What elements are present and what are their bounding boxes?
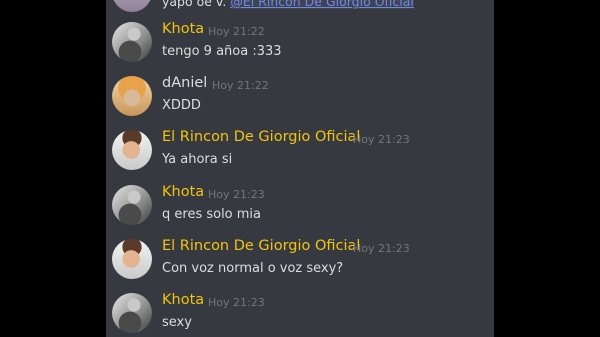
- message-item: Khota Hoy 21:22 tengo 9 añoa :333: [106, 21, 494, 76]
- message-text: XDDD: [162, 98, 201, 113]
- message-text-prefix: yapo oe v.: [162, 0, 231, 9]
- giorgio-avatar-icon[interactable]: [112, 239, 152, 279]
- message-item: Khota Hoy 21:23 sexy: [106, 292, 494, 337]
- message-timestamp: Hoy 21:22: [212, 79, 269, 92]
- chat-panel: yapo oe v. @El Rincon De Giorgio Oficial…: [106, 0, 494, 337]
- message-text: Con voz normal o voz sexy?: [162, 261, 344, 276]
- khota-avatar-icon[interactable]: [112, 185, 152, 225]
- message-timestamp: Hoy 21:22: [208, 25, 265, 38]
- message-item: El Rincon De Giorgio Oficial Hoy 21:23 C…: [106, 238, 494, 293]
- message-timestamp: Hoy 21:23: [353, 242, 410, 255]
- message-author[interactable]: El Rincon De Giorgio Oficial: [162, 238, 360, 254]
- message-text: Ya ahora si: [162, 152, 233, 167]
- message-timestamp: Hoy 21:23: [208, 296, 265, 309]
- message-item: dAniel Hoy 21:22 XDDD: [106, 75, 494, 130]
- message-timestamp: Hoy 21:23: [353, 133, 410, 146]
- message-text: q eres solo mia: [162, 207, 262, 222]
- message-author[interactable]: El Rincon De Giorgio Oficial: [162, 129, 360, 145]
- message-text: yapo oe v. @El Rincon De Giorgio Oficial: [162, 0, 414, 9]
- khota-avatar-icon[interactable]: [112, 22, 152, 62]
- message-author[interactable]: Khota: [162, 292, 204, 308]
- message-author[interactable]: Khota: [162, 21, 204, 37]
- giorgio-avatar-icon[interactable]: [112, 130, 152, 170]
- user-mention[interactable]: @El Rincon De Giorgio Oficial: [230, 0, 414, 9]
- message-item: Khota Hoy 21:23 q eres solo mia: [106, 184, 494, 239]
- user-avatar-icon[interactable]: [112, 0, 152, 12]
- message-item: El Rincon De Giorgio Oficial Hoy 21:23 Y…: [106, 129, 494, 184]
- khota-avatar-icon[interactable]: [112, 293, 152, 333]
- message-author[interactable]: dAniel: [162, 75, 207, 91]
- message-author[interactable]: Khota: [162, 184, 204, 200]
- daniel-avatar-icon[interactable]: [112, 76, 152, 116]
- message-text: sexy: [162, 315, 192, 330]
- message-text: tengo 9 añoa :333: [162, 44, 282, 59]
- message-timestamp: Hoy 21:23: [208, 188, 265, 201]
